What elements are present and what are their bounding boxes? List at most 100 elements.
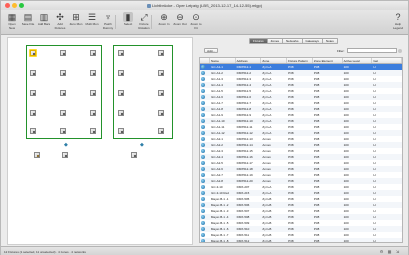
status-text: 12 Fixtures (1 selected, 11 unselected) … [4, 249, 86, 254]
table-cell: P38 [313, 239, 320, 243]
toolbar-rotation-button[interactable]: ⤢ Fixture Rotation [137, 12, 151, 30]
toolbar-zero-button[interactable]: ⊞ Zero Mon [69, 12, 83, 27]
grid-icon[interactable]: ▦ [387, 249, 392, 254]
column-header[interactable]: Name [210, 58, 236, 63]
fixture-icon[interactable] [60, 50, 66, 56]
toolbar-zoom-in-button[interactable]: ⊕ Zoom In [157, 12, 171, 27]
selected-fixture-icon[interactable] [30, 50, 36, 56]
fixture-type-icon [201, 100, 205, 105]
fixture-type-icon [201, 220, 205, 225]
table-cell: P38 [288, 239, 294, 243]
fixture-icon[interactable] [90, 90, 96, 96]
help-icon: ? [395, 12, 401, 22]
fixture-icon[interactable] [60, 128, 66, 134]
column-header[interactable]: Active Level [343, 58, 373, 63]
zero-icon: ⊞ [72, 12, 80, 22]
toolbar-label: Save File [21, 22, 35, 26]
table-row[interactable]: Mayer-B-1 -8 DMX-512 Zyrn-B P38 P38 100 H [200, 238, 402, 243]
table-cell: H [373, 239, 376, 243]
fixture-icon[interactable] [131, 152, 137, 158]
fixture-icon[interactable] [30, 128, 36, 134]
toolbar-label: Select [123, 22, 133, 26]
fixture-type-icon [201, 160, 205, 165]
toolbar-open-button[interactable]: ▦ Open New [5, 12, 19, 30]
open-icon: ▦ [7, 12, 17, 22]
fixture-icon[interactable] [60, 70, 66, 76]
tab-gateways[interactable]: Gateways [302, 38, 323, 44]
fixture-icon[interactable] [62, 152, 68, 158]
fixture-type-icon [201, 70, 205, 75]
tab-notes[interactable]: Notes [322, 38, 338, 44]
fixture-icon[interactable] [90, 128, 96, 134]
column-header[interactable]: Address [236, 58, 262, 63]
fixture-icon[interactable] [90, 110, 96, 116]
fixture-type-icon [201, 232, 205, 237]
truss-marker-icon[interactable]: ◆ [64, 142, 68, 148]
toolbar-save-button[interactable]: ▤ Save File [21, 12, 35, 27]
column-header[interactable]: Gel [372, 58, 402, 63]
add-fixtures-icon: ✣ [56, 12, 64, 22]
fixture-icon[interactable] [90, 50, 96, 56]
column-header[interactable]: Fixture Pattern [287, 58, 313, 63]
toolbar-add-fixtures-button[interactable]: ✣ Add Fixtures [53, 12, 67, 30]
fixture-icon[interactable] [34, 152, 40, 158]
toolbar-add-bars-button[interactable]: ▥ Add Bars [37, 12, 51, 27]
fixture-icon[interactable] [158, 110, 164, 116]
column-header[interactable]: Zone [261, 58, 288, 63]
column-header[interactable]: Zone Element [313, 58, 343, 63]
fixture-type-icon [201, 148, 205, 153]
toolbar-zoom-out-button[interactable]: ⊖ Zoom Out [173, 12, 187, 27]
fixture-icon[interactable] [158, 50, 164, 56]
truss-marker-icon[interactable]: ◆ [140, 142, 144, 148]
add-fixture-button[interactable]: Add... [204, 48, 218, 53]
fixture-icon[interactable] [158, 70, 164, 76]
floor-plan-canvas[interactable]: ◆ ◆ [7, 37, 193, 245]
filter-label: Filter: [337, 49, 345, 53]
toolbar-patch-button[interactable]: ♆ Patch Dummy [101, 12, 115, 30]
tab-networks[interactable]: Networks [283, 38, 303, 44]
fixture-icon[interactable] [30, 90, 36, 96]
fixture-type-icon [201, 130, 205, 135]
fixture-type-icon [201, 238, 205, 242]
fixture-icon[interactable] [118, 90, 124, 96]
toolbar-label: Open New [8, 22, 16, 30]
column-header[interactable] [200, 58, 210, 63]
toolbar-label: Zero Mon [69, 22, 83, 26]
fixture-type-icon [201, 76, 205, 81]
fixture-type-icon [201, 166, 205, 171]
fixture-type-icon [201, 226, 205, 231]
fixture-type-icon [201, 118, 205, 123]
clear-filter-icon[interactable] [398, 48, 402, 53]
resize-icon[interactable]: ⇲ [395, 249, 400, 254]
save-icon: ▤ [23, 12, 33, 22]
fixture-icon[interactable] [118, 110, 124, 116]
filter-input[interactable] [347, 48, 397, 53]
settings-icon[interactable]: ⚙ [379, 249, 384, 254]
zoom-out-icon: ⊖ [176, 12, 184, 22]
zoom-fit-icon: ⊙ [192, 12, 200, 22]
zoom-in-icon: ⊕ [160, 12, 168, 22]
toolbar-label: Help Legend [392, 22, 403, 30]
fixture-type-icon [201, 142, 205, 147]
fixture-icon[interactable] [30, 70, 36, 76]
fixture-icon[interactable] [158, 128, 164, 134]
fixture-icon[interactable] [118, 70, 124, 76]
toolbar-multi-button[interactable]: ☰ Multi Mon [85, 12, 99, 27]
toolbar-label: Patch Dummy [102, 22, 114, 30]
tab-fixtures[interactable]: Fixtures [249, 38, 268, 44]
fixture-type-icon [201, 202, 205, 207]
fixture-icon[interactable] [60, 90, 66, 96]
fixture-icon[interactable] [90, 70, 96, 76]
fixture-icon[interactable] [30, 110, 36, 116]
fixture-type-icon [201, 172, 205, 177]
table-cell: Mayer-B-1 -8 [210, 239, 229, 243]
fixture-icon[interactable] [118, 128, 124, 134]
fixture-icon[interactable] [158, 90, 164, 96]
tab-zones[interactable]: Zones [267, 38, 284, 44]
toolbar-label: Fixture Rotation [138, 22, 150, 30]
toolbar-zoom-fit-button[interactable]: ⊙ Zoom to Fit [189, 12, 203, 30]
fixture-icon[interactable] [118, 50, 124, 56]
toolbar-help-button[interactable]: ? Help Legend [391, 12, 405, 30]
fixture-icon[interactable] [60, 110, 66, 116]
toolbar-select-button[interactable]: ▮ Select [121, 12, 135, 27]
